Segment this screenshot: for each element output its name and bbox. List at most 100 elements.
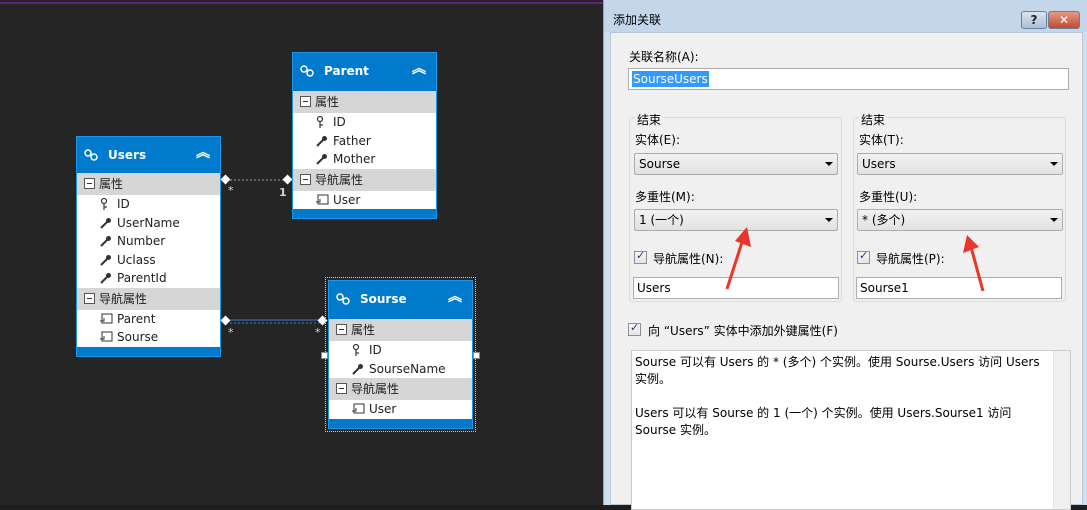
- property-item[interactable]: ID: [293, 113, 436, 132]
- help-button[interactable]: ?: [1021, 11, 1047, 29]
- entity-designer-canvas[interactable]: * 1 * * Users ︽ 属性 ID UserName Number Uc…: [0, 0, 603, 505]
- properties-section-header[interactable]: 属性: [77, 173, 220, 195]
- association-name-value: SourseUsers: [632, 71, 709, 87]
- wrench-icon: [352, 363, 363, 375]
- entity-header[interactable]: Sourse ︽: [329, 281, 472, 319]
- entity-sourse[interactable]: Sourse ︽ 属性 ID SourseName 导航属性 User: [325, 277, 476, 432]
- navigation-item[interactable]: Sourse: [77, 328, 220, 347]
- properties-list: ID SourseName: [329, 341, 472, 378]
- chevron-down-icon: [1050, 162, 1058, 166]
- resize-handle[interactable]: [321, 352, 328, 359]
- navigation-section-header[interactable]: 导航属性: [329, 378, 472, 400]
- entity-parent[interactable]: Parent ︽ 属性 ID Father Mother 导航属性 User: [292, 52, 437, 219]
- property-item[interactable]: Mother: [293, 150, 436, 169]
- chevron-down-icon: [825, 218, 833, 222]
- connector-diamond: [220, 315, 231, 326]
- property-name: SourseName: [369, 361, 446, 376]
- end-left-nav-checkbox[interactable]: [634, 249, 647, 264]
- navigation-list: User: [293, 190, 436, 210]
- add-foreign-key-checkbox[interactable]: [628, 321, 641, 336]
- section-label: 导航属性: [99, 291, 148, 306]
- property-item[interactable]: UserName: [77, 214, 220, 233]
- property-item[interactable]: ID: [329, 341, 472, 360]
- annotation-arrow-icon: [725, 227, 751, 290]
- end-left-entity-select[interactable]: Sourse: [634, 153, 838, 175]
- collapse-icon[interactable]: ︽: [446, 288, 464, 306]
- navigation-list: User: [329, 400, 472, 419]
- close-button[interactable]: ✕: [1048, 11, 1080, 29]
- multiplicity-label: *: [228, 326, 234, 339]
- entity-users[interactable]: Users ︽ 属性 ID UserName Number Uclass Par…: [76, 136, 221, 357]
- description-scrollbar[interactable]: [1053, 351, 1070, 509]
- properties-section-header[interactable]: 属性: [329, 319, 472, 341]
- wrench-icon: [100, 236, 111, 247]
- key-icon: [316, 115, 324, 128]
- navigation-property-icon: [100, 313, 113, 323]
- wrench-icon: [100, 217, 111, 229]
- navigation-property-icon: [352, 403, 365, 414]
- dialog-titlebar[interactable]: 添加关联 ? ✕: [604, 0, 1087, 32]
- collapse-toggle-icon[interactable]: [84, 178, 95, 189]
- navigation-section-header[interactable]: 导航属性: [293, 168, 436, 191]
- entity-footer: [329, 419, 472, 428]
- entity-footer: [77, 347, 220, 356]
- navigation-name: Parent: [117, 311, 156, 326]
- section-label: 导航属性: [315, 172, 364, 187]
- property-item[interactable]: ParentId: [77, 269, 220, 288]
- entity-header[interactable]: Users ︽: [77, 137, 220, 173]
- collapse-toggle-icon[interactable]: [84, 292, 95, 304]
- end-right-nav-input[interactable]: Sourse1: [856, 277, 1062, 299]
- end-left-group-label: 结束: [635, 111, 664, 128]
- navigation-item[interactable]: User: [293, 191, 436, 210]
- end-right-multiplicity-label: 多重性(U):: [859, 190, 918, 204]
- entity-icon: [336, 293, 350, 305]
- property-item[interactable]: Number: [77, 232, 220, 251]
- navigation-item[interactable]: User: [329, 400, 472, 419]
- entity-header[interactable]: Parent ︽: [293, 53, 436, 91]
- annotation-arrow-icon: [963, 235, 985, 292]
- navigation-list: Parent Sourse: [77, 309, 220, 347]
- collapse-icon[interactable]: ︽: [410, 60, 428, 78]
- multiplicity-label: *: [315, 326, 321, 339]
- navigation-name: Sourse: [117, 330, 159, 344]
- property-item[interactable]: SourseName: [329, 360, 472, 379]
- chevron-down-icon: [825, 162, 833, 166]
- collapse-icon[interactable]: ︽: [194, 144, 212, 162]
- properties-section-header[interactable]: 属性: [293, 91, 436, 113]
- entity-footer: [293, 209, 436, 218]
- end-right-multiplicity-select[interactable]: * (多个): [857, 209, 1063, 231]
- association-name-input[interactable]: SourseUsers: [628, 68, 1069, 90]
- navigation-name: User: [369, 402, 397, 416]
- property-name: Uclass: [117, 252, 156, 267]
- navigation-name: User: [333, 192, 361, 207]
- property-name: Mother: [333, 152, 376, 166]
- navigation-property-icon: [100, 331, 113, 342]
- entity-icon: [300, 65, 314, 77]
- section-label: 属性: [315, 95, 340, 109]
- entity-title: Parent: [324, 64, 369, 78]
- collapse-toggle-icon[interactable]: [336, 324, 347, 335]
- property-item[interactable]: ID: [77, 195, 220, 214]
- end-right-nav-checkbox[interactable]: [857, 249, 870, 264]
- collapse-toggle-icon[interactable]: [300, 96, 311, 107]
- entity-title: Sourse: [360, 292, 407, 306]
- resize-handle[interactable]: [473, 352, 480, 359]
- key-icon: [352, 343, 360, 356]
- dialog-title: 添加关联: [613, 13, 662, 27]
- collapse-toggle-icon[interactable]: [300, 173, 311, 185]
- property-item[interactable]: Father: [293, 132, 436, 151]
- property-name: ID: [117, 197, 130, 211]
- end-right-entity-select[interactable]: Users: [857, 153, 1063, 175]
- property-item[interactable]: Uclass: [77, 251, 220, 270]
- add-foreign-key-label: 向 “Users” 实体中添加外键属性(F): [648, 324, 838, 338]
- navigation-section-header[interactable]: 导航属性: [77, 287, 220, 310]
- chevron-down-icon: [1050, 218, 1058, 222]
- navigation-item[interactable]: Parent: [77, 310, 220, 329]
- property-name: ID: [333, 115, 346, 129]
- end-left-entity-label: 实体(E):: [635, 133, 680, 147]
- end-left-multiplicity-label: 多重性(M):: [635, 190, 695, 204]
- description-line: Users 可以有 Sourse 的 1 (一个) 个实例。使用 Users.S…: [635, 406, 1012, 437]
- section-label: 属性: [351, 323, 376, 337]
- multiplicity-label: 1: [279, 186, 287, 199]
- collapse-toggle-icon[interactable]: [336, 383, 347, 394]
